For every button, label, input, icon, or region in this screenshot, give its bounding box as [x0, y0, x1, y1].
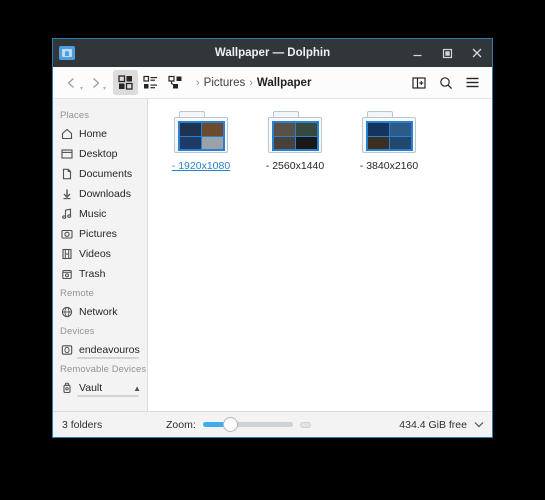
music-icon: [60, 208, 73, 221]
sidebar-item-music[interactable]: Music: [53, 204, 147, 224]
title-bar[interactable]: Wallpaper — Dolphin: [53, 39, 492, 67]
sidebar-item-label: Pictures: [79, 228, 117, 240]
menu-icon[interactable]: [460, 70, 485, 95]
free-space-label: 434.4 GiB free: [399, 418, 467, 431]
file-view[interactable]: - 1920x1080 - 2560x1440 - 3840x2160: [148, 99, 492, 411]
zoom-label: Zoom:: [166, 418, 196, 431]
sidebar-heading-removable-devices: Removable Devices: [60, 364, 147, 375]
file-item[interactable]: - 1920x1080: [162, 111, 240, 172]
capacity-bar: [77, 357, 139, 359]
sidebar-item-downloads[interactable]: Downloads: [53, 184, 147, 204]
file-label: - 2560x1440: [265, 160, 325, 172]
capacity-bar: [77, 395, 139, 397]
sidebar-item-home[interactable]: Home: [53, 124, 147, 144]
sidebar-item-label: Videos: [79, 248, 111, 260]
sidebar-item-label: Vault: [79, 382, 103, 394]
document-icon: [60, 168, 73, 181]
file-label: - 1920x1080: [171, 160, 231, 172]
breadcrumb-item-wallpaper[interactable]: Wallpaper: [257, 77, 312, 89]
main-toolbar: ▾ ▾ › Pictures › Wallpaper: [53, 67, 492, 99]
back-button[interactable]: ▾: [60, 70, 83, 95]
sidebar-item-label: Home: [79, 128, 108, 140]
picture-icon: [60, 228, 73, 241]
network-icon: [60, 306, 73, 319]
zoom-slider-handle[interactable]: [222, 417, 238, 432]
sidebar-item-documents[interactable]: Documents: [53, 164, 147, 184]
zoom-slider[interactable]: [202, 417, 293, 432]
split-view-icon[interactable]: [406, 70, 431, 95]
dolphin-window: Wallpaper — Dolphin ▾ ▾ › Pictures › Wal…: [52, 38, 493, 438]
sidebar-item-label: Desktop: [79, 148, 118, 160]
sidebar-item-label: Downloads: [79, 188, 131, 200]
breadcrumb-separator: ›: [249, 76, 253, 89]
eject-icon[interactable]: ▲: [133, 384, 141, 393]
zoom-max-marker: [299, 421, 311, 428]
sidebar-item-label: Network: [79, 306, 118, 318]
folder-thumbnail-icon: [174, 111, 228, 155]
search-icon[interactable]: [433, 70, 458, 95]
forward-button[interactable]: ▾: [83, 70, 106, 95]
chevron-down-icon: ▾: [102, 86, 106, 92]
window-body: Places Home Desktop Documents Downloads …: [53, 99, 492, 411]
places-sidebar[interactable]: Places Home Desktop Documents Downloads …: [53, 99, 148, 411]
trash-icon: [60, 268, 73, 281]
item-count-label: 3 folders: [62, 418, 103, 431]
sidebar-heading-places: Places: [60, 110, 90, 121]
sidebar-item-pictures[interactable]: Pictures: [53, 224, 147, 244]
minimize-icon[interactable]: [402, 39, 432, 67]
sidebar-item-endeavouros[interactable]: endeavouros: [53, 340, 147, 360]
file-grid: - 1920x1080 - 2560x1440 - 3840x2160: [148, 99, 492, 172]
status-bar: 3 folders Zoom: 434.4 GiB free: [53, 411, 492, 437]
video-icon: [60, 248, 73, 261]
sidebar-item-desktop[interactable]: Desktop: [53, 144, 147, 164]
sidebar-item-label: Music: [79, 208, 107, 220]
zoom-control[interactable]: Zoom:: [166, 417, 311, 432]
sidebar-item-videos[interactable]: Videos: [53, 244, 147, 264]
folder-icon: [59, 46, 75, 60]
toolbar-right-actions: [406, 70, 485, 95]
sidebar-item-label: Documents: [79, 168, 133, 180]
icons-view-button[interactable]: [113, 70, 138, 95]
details-view-button[interactable]: [163, 70, 188, 95]
desktop-icon: [60, 148, 73, 161]
disk-icon: [60, 344, 73, 357]
sidebar-item-network[interactable]: Network: [53, 302, 147, 322]
window-controls: [402, 39, 492, 67]
breadcrumb-separator: ›: [196, 76, 200, 89]
folder-thumbnail-icon: [268, 111, 322, 155]
file-label: - 3840x2160: [359, 160, 419, 172]
sidebar-item-trash[interactable]: Trash: [53, 264, 147, 284]
close-icon[interactable]: [462, 39, 492, 67]
sidebar-item-vault[interactable]: Vault ▲: [53, 378, 147, 398]
free-space-indicator[interactable]: 434.4 GiB free: [399, 419, 484, 431]
file-item[interactable]: - 3840x2160: [350, 111, 428, 172]
sidebar-item-label: Trash: [79, 268, 106, 280]
file-item[interactable]: - 2560x1440: [256, 111, 334, 172]
chevron-down-icon[interactable]: [474, 420, 484, 430]
folder-thumbnail-icon: [362, 111, 416, 155]
compact-view-button[interactable]: [138, 70, 163, 95]
sidebar-heading-devices: Devices: [60, 326, 95, 337]
maximize-icon[interactable]: [432, 39, 462, 67]
usb-icon: [60, 382, 73, 395]
sidebar-heading-remote: Remote: [60, 288, 94, 299]
breadcrumb: › Pictures › Wallpaper: [196, 77, 311, 89]
sidebar-item-label: endeavouros: [79, 344, 140, 356]
home-icon: [60, 128, 73, 141]
download-icon: [60, 188, 73, 201]
breadcrumb-item-pictures[interactable]: Pictures: [204, 77, 246, 89]
